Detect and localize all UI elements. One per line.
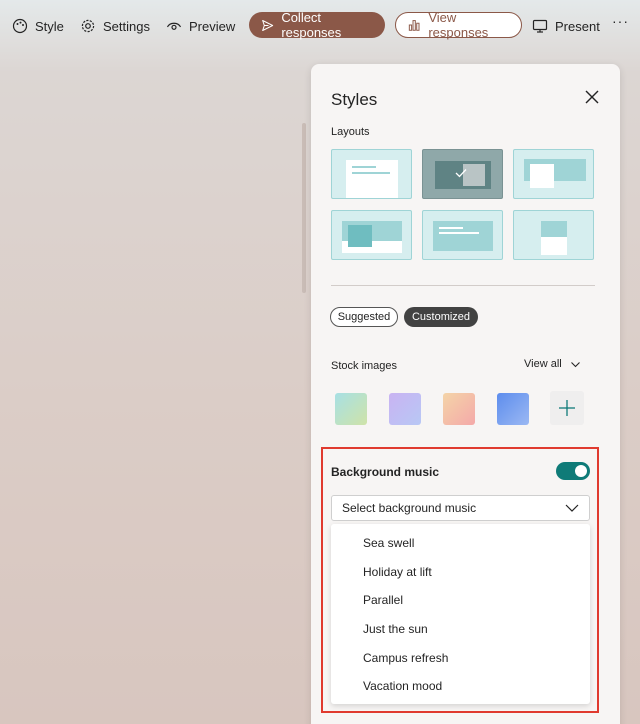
- panel-title: Styles: [331, 90, 378, 109]
- preview-label: Preview: [189, 18, 236, 34]
- send-icon: [262, 19, 274, 31]
- layouts-label: Layouts: [331, 126, 370, 138]
- gear-icon: [81, 19, 95, 33]
- style-button[interactable]: Style: [12, 13, 64, 39]
- present-button[interactable]: Present: [532, 13, 600, 39]
- collect-responses-label: Collect responses: [281, 10, 342, 40]
- highlight-box: [321, 447, 599, 713]
- suggested-chip[interactable]: Suggested: [330, 307, 398, 327]
- plus-icon: [559, 400, 575, 416]
- style-label: Style: [35, 18, 64, 34]
- stock-images-label: Stock images: [331, 360, 398, 372]
- checkmark-icon: [455, 169, 467, 178]
- layout-image-shape: [348, 225, 372, 247]
- layout-option-6[interactable]: [513, 210, 594, 260]
- canvas-scrollbar[interactable]: [302, 123, 306, 293]
- preview-button[interactable]: Preview: [166, 13, 235, 39]
- stock-image-blue[interactable]: [497, 393, 529, 425]
- layout-line-shape: [352, 166, 376, 168]
- layout-line-shape: [352, 172, 390, 174]
- view-responses-label: View responses: [428, 10, 489, 40]
- chevron-down-icon: [570, 361, 580, 367]
- stock-image-lavender[interactable]: [389, 393, 421, 425]
- add-image-button[interactable]: [550, 391, 584, 425]
- section-divider: [331, 285, 595, 286]
- stock-image-peach[interactable]: [443, 393, 475, 425]
- palette-icon: [12, 18, 28, 34]
- collect-responses-button[interactable]: Collect responses: [249, 10, 385, 40]
- layout-option-2[interactable]: [422, 149, 503, 199]
- view-responses-button[interactable]: View responses: [395, 10, 522, 40]
- bar-chart-icon: [408, 20, 420, 31]
- layout-band-shape: [433, 221, 493, 251]
- layout-image-shape: [541, 221, 567, 237]
- eye-icon: [166, 22, 182, 30]
- top-toolbar: Style Settings Preview Collect responses…: [0, 0, 640, 52]
- monitor-icon: [532, 19, 548, 33]
- customized-chip[interactable]: Customized: [404, 307, 478, 327]
- settings-button[interactable]: Settings: [80, 13, 150, 39]
- layout-option-4[interactable]: [331, 210, 412, 260]
- stock-image-teal[interactable]: [335, 393, 367, 425]
- more-options-button[interactable]: ···: [612, 13, 629, 29]
- close-icon[interactable]: [583, 88, 601, 106]
- layout-option-1[interactable]: [331, 149, 412, 199]
- layout-image-shape: [530, 164, 554, 188]
- layout-line-shape: [439, 227, 463, 229]
- layout-option-5[interactable]: [422, 210, 503, 260]
- layout-option-3[interactable]: [513, 149, 594, 199]
- settings-label: Settings: [103, 18, 150, 34]
- present-label: Present: [555, 18, 600, 34]
- view-all-button[interactable]: View all: [524, 358, 581, 370]
- layout-line-shape: [439, 232, 479, 234]
- layout-page-shape: [541, 237, 567, 255]
- view-all-label: View all: [524, 358, 562, 370]
